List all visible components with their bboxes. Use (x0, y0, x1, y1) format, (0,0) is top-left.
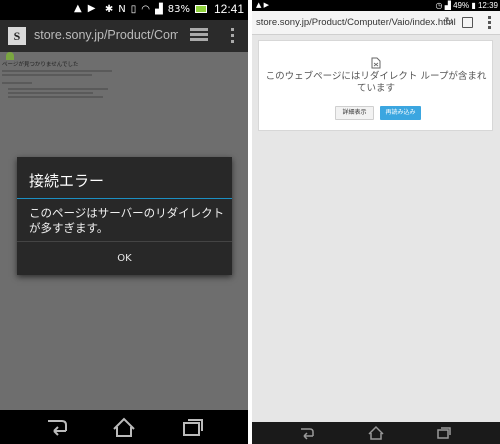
connection-error-dialog: 接続エラー このページはサーバーのリダイレクトが多すぎます。 OK (17, 157, 232, 275)
battery-icon: ▮ (471, 1, 476, 10)
battery-icon (194, 5, 207, 13)
back-icon[interactable] (298, 425, 316, 441)
notification-icons: ▲ ▶ (256, 1, 269, 9)
dialog-divider (17, 198, 232, 199)
error-message: このウェブページにはリダイレクト ループが含まれています (265, 71, 487, 94)
battery-percent: 83% (167, 3, 190, 15)
page-logo-icon (6, 52, 14, 60)
signal-icon: ▟ (155, 3, 163, 15)
notification-icons: ▲ ▶ (74, 3, 95, 14)
clock: 12:41 (213, 2, 244, 16)
dialog-title: 接続エラー (29, 172, 105, 190)
warning-icon: ▲ (74, 3, 82, 14)
recent-apps-icon[interactable] (180, 415, 206, 439)
tabs-icon[interactable] (190, 28, 208, 44)
bluetooth-icon: ✱ (104, 3, 114, 15)
right-screen: ▲ ▶ ◷ ▟ 49% ▮ 12:39 store.sony.jp/Produc… (252, 0, 500, 444)
ok-button[interactable]: OK (17, 242, 232, 275)
site-favicon: S (8, 27, 26, 45)
page-text-line (2, 82, 32, 84)
url-bar[interactable]: store.sony.jp/Product/Computer (34, 28, 178, 44)
home-icon[interactable] (111, 415, 137, 439)
overflow-menu-icon[interactable] (230, 28, 236, 44)
wifi-icon: ◠ (141, 3, 151, 15)
page-text-line (8, 92, 93, 94)
media-icon: ▶ (87, 3, 96, 14)
page-text-line (2, 70, 112, 72)
vibrate-icon: ▯ (130, 3, 137, 15)
alarm-icon: ◷ (435, 1, 443, 10)
left-screen: ▲ ▶ ✱ N ▯ ◠ ▟ 83% 12:41 S store.sony.jp/… (0, 0, 248, 444)
reload-button[interactable]: 再読み込み (380, 106, 421, 120)
overflow-menu-icon[interactable] (488, 16, 492, 31)
reload-icon[interactable]: ↻ (442, 15, 456, 29)
signal-icon: ▟ (444, 1, 451, 10)
back-icon[interactable] (44, 415, 70, 439)
navigation-bar (252, 422, 500, 444)
nfc-icon: N (118, 3, 126, 15)
status-icons: ◷ ▟ 49% ▮ 12:39 (435, 1, 498, 10)
url-bar[interactable]: store.sony.jp/Product/Computer/Vaio/inde… (256, 14, 456, 32)
browser-toolbar: S store.sony.jp/Product/Computer (0, 20, 248, 52)
navigation-bar (0, 410, 248, 444)
error-card: このウェブページにはリダイレクト ループが含まれています 詳細表示 再読み込み (258, 40, 493, 131)
page-text-line (2, 74, 92, 76)
recent-apps-icon[interactable] (435, 425, 453, 441)
page-text-line (8, 88, 108, 90)
browser-toolbar: store.sony.jp/Product/Computer/Vaio/inde… (252, 11, 500, 35)
dialog-message: このページはサーバーのリダイレクトが多すぎます。 (29, 206, 225, 235)
clock: 12:39 (477, 1, 498, 10)
broken-page-icon (371, 54, 381, 69)
home-icon[interactable] (367, 425, 385, 441)
status-bar: ▲ ▶ ✱ N ▯ ◠ ▟ 83% 12:41 (0, 0, 248, 20)
battery-percent: 49% (453, 1, 470, 10)
page-text-line (8, 96, 103, 98)
status-icons: ✱ N ▯ ◠ ▟ 83% 12:41 (105, 2, 244, 16)
details-button[interactable]: 詳細表示 (335, 106, 374, 120)
status-bar: ▲ ▶ ◷ ▟ 49% ▮ 12:39 (252, 0, 500, 11)
tabs-icon[interactable] (462, 17, 473, 28)
page-title: ページが見つかりませんでした (2, 62, 79, 68)
